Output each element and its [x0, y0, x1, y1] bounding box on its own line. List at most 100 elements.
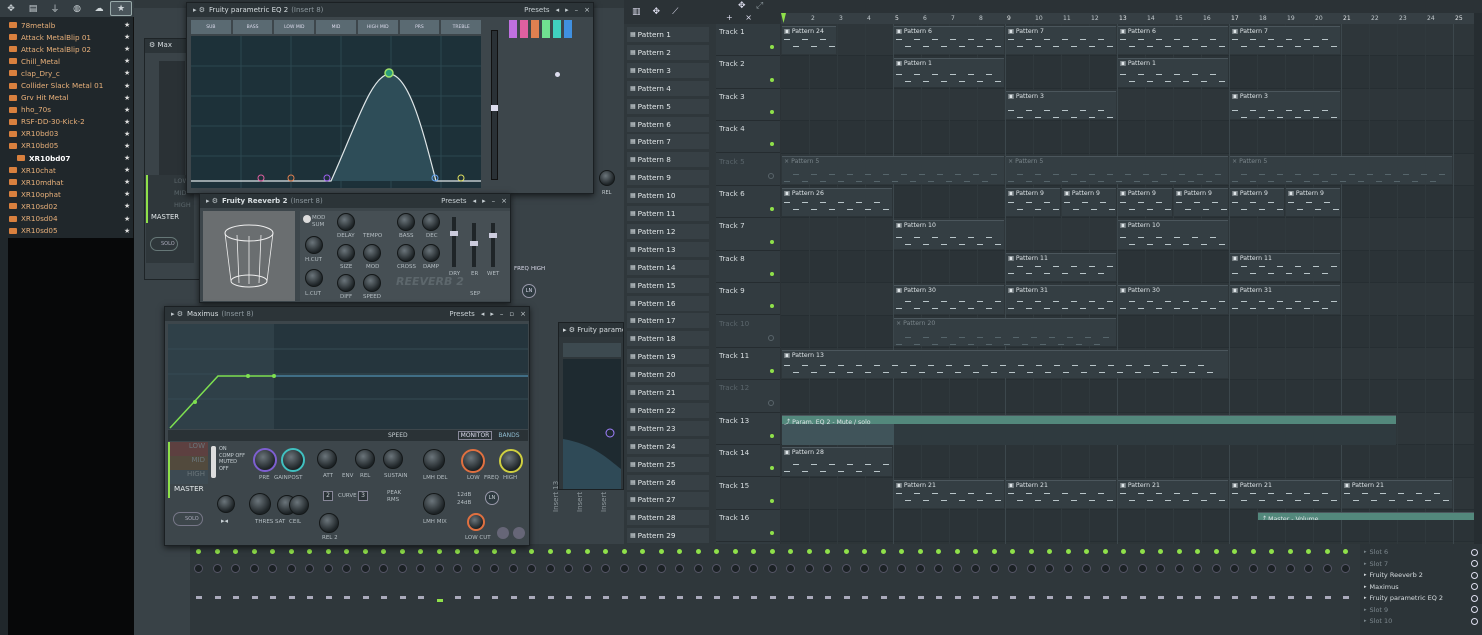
pattern-clip[interactable]: ▣ Pattern 21 [1006, 479, 1116, 508]
mixer-strip[interactable] [1115, 544, 1133, 635]
size-knob[interactable] [337, 244, 355, 262]
hcut-knob[interactable] [305, 236, 323, 254]
maximus-minimize-icon[interactable]: – [500, 310, 504, 318]
dec-knob[interactable] [422, 213, 440, 231]
strip-led[interactable] [1121, 549, 1126, 554]
maximus-presets-button[interactable]: Presets [449, 310, 474, 318]
mixer-strip[interactable] [1189, 544, 1207, 635]
strip-led[interactable] [1176, 549, 1182, 554]
star-icon[interactable]: ★ [124, 45, 134, 53]
strip-led[interactable] [399, 549, 405, 554]
strip-pan-knob[interactable] [638, 564, 647, 573]
pattern-item[interactable]: ▦ Pattern 19 [627, 349, 709, 365]
mixer-strip[interactable] [264, 544, 282, 635]
pattern-item[interactable]: ▦ Pattern 9 [627, 170, 709, 186]
strip-pan-knob[interactable] [767, 564, 777, 573]
strip-fader[interactable] [1084, 596, 1090, 599]
mixer-strip[interactable] [875, 544, 893, 635]
strip-fader[interactable] [954, 596, 961, 599]
strip-pan-knob[interactable] [527, 564, 536, 573]
maximus-solo-button[interactable]: SOLO [173, 512, 203, 526]
pattern-item[interactable]: ▦ Pattern 14 [627, 259, 709, 275]
track-header[interactable]: Track 10 [716, 316, 780, 348]
pattern-item[interactable]: ▦ Pattern 5 [627, 98, 709, 114]
strip-led[interactable] [251, 549, 257, 554]
pattern-clip[interactable]: ▣ Pattern 24 [782, 26, 836, 55]
strip-fader[interactable] [1195, 596, 1201, 599]
mixer-strip[interactable] [1282, 544, 1300, 635]
pattern-clip[interactable]: ▣ Pattern 26 [782, 188, 892, 217]
mixer-strip[interactable] [1245, 544, 1263, 635]
track-enable-led[interactable] [770, 207, 774, 212]
strip-pan-knob[interactable] [231, 564, 240, 573]
fx-enable-toggle[interactable] [1471, 560, 1478, 568]
strip-pan-knob[interactable] [1211, 564, 1221, 573]
strip-fader[interactable] [1121, 596, 1127, 599]
strip-led[interactable] [862, 549, 867, 554]
mixer-strip[interactable] [986, 544, 1004, 635]
lmh-del-knob[interactable] [423, 449, 445, 471]
track-lane[interactable] [781, 380, 1474, 413]
strip-pan-knob[interactable] [934, 564, 943, 573]
strip-pan-knob[interactable] [360, 564, 370, 573]
expand-icon[interactable]: ▸ [1364, 595, 1367, 601]
browser-item[interactable]: XR10chat ★ [0, 164, 134, 176]
pattern-item[interactable]: ▦ Pattern 28 [627, 510, 709, 526]
star-icon[interactable]: ★ [124, 166, 134, 174]
mixer-strip[interactable] [1097, 544, 1115, 635]
track-enable-led[interactable] [770, 531, 774, 536]
eq-band-label[interactable]: SUB [191, 20, 231, 34]
low-cut-knob[interactable] [467, 513, 485, 531]
mixer-strip[interactable] [505, 544, 523, 635]
mode-off[interactable]: OFF [219, 466, 245, 473]
strip-led[interactable] [640, 549, 645, 554]
track-header[interactable]: Track 3 [716, 89, 780, 122]
max-band-mid[interactable]: MID [168, 456, 208, 470]
eq-presets-button[interactable]: Presets [524, 6, 549, 14]
strip-fader[interactable] [1047, 596, 1053, 599]
gear-icon[interactable]: ▸ ⚙ [206, 197, 218, 205]
pattern-item[interactable]: ▦ Pattern 11 [627, 206, 709, 221]
strip-fader[interactable] [344, 596, 350, 599]
strip-pan-knob[interactable] [1045, 564, 1054, 573]
damp-knob[interactable] [422, 244, 440, 262]
strip-led[interactable] [214, 549, 220, 554]
strip-pan-knob[interactable] [564, 564, 573, 573]
track-enable-led[interactable] [770, 498, 774, 503]
expand-icon[interactable]: ▸ [1364, 549, 1367, 555]
strip-led[interactable] [806, 549, 812, 554]
expand-icon[interactable]: ▸ [1364, 572, 1367, 578]
strip-led[interactable] [1306, 549, 1311, 554]
star-icon[interactable]: ★ [124, 227, 134, 235]
track-header[interactable]: Track 14 [716, 445, 780, 478]
move-icon[interactable]: ✥ [653, 7, 661, 17]
curve-num-3[interactable]: 3 [358, 491, 368, 501]
strip-fader[interactable] [399, 596, 406, 599]
strip-led[interactable] [196, 549, 201, 554]
strip-fader[interactable] [362, 596, 369, 599]
pattern-clip[interactable]: ▣ Pattern 9 [1062, 188, 1116, 217]
high-freq-knob[interactable] [499, 449, 523, 473]
strip-led[interactable] [880, 549, 886, 554]
pattern-clip[interactable]: ▣ Pattern 9 [1286, 188, 1340, 217]
star-icon[interactable]: ★ [124, 178, 134, 186]
strip-pan-knob[interactable] [804, 564, 814, 573]
strip-led[interactable] [1213, 549, 1219, 554]
strip-pan-knob[interactable] [786, 564, 795, 573]
mixer-strip[interactable] [764, 544, 782, 635]
mixer-strip[interactable] [1060, 544, 1078, 635]
fx-slot[interactable]: ▸ Slot 6 [1364, 547, 1478, 557]
strip-led[interactable] [714, 549, 719, 554]
pattern-clip[interactable]: × Pattern 20 [894, 317, 1116, 346]
track-header[interactable]: Track 1 [716, 24, 780, 57]
eq-graph[interactable] [191, 36, 481, 188]
reeverb-next-icon[interactable]: ▸ [482, 197, 486, 205]
strip-led[interactable] [233, 549, 238, 554]
mixer-strip[interactable] [801, 544, 819, 635]
strip-fader[interactable] [288, 596, 295, 599]
mixer-strip[interactable] [1078, 544, 1096, 635]
track-enable-led[interactable] [770, 434, 774, 439]
expand-icon[interactable]: ▸ [1364, 607, 1367, 613]
mixer-strip[interactable] [616, 544, 634, 635]
strip-fader[interactable] [603, 596, 609, 599]
